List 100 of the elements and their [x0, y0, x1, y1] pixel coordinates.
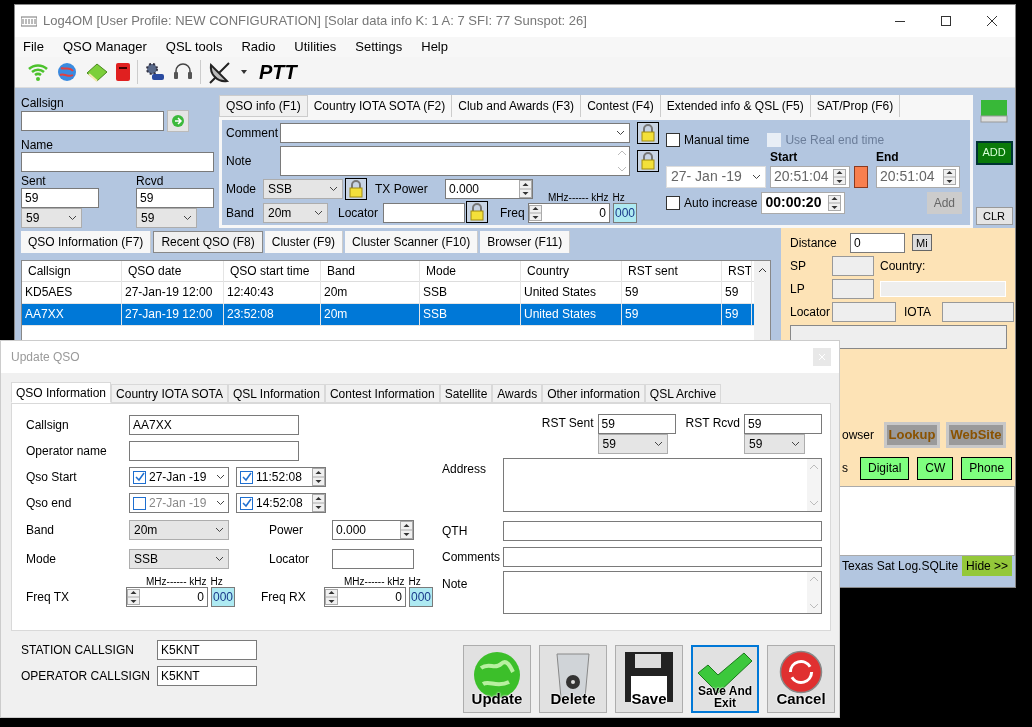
frequency-field[interactable]: 0 [528, 202, 610, 223]
spinner-icon[interactable] [400, 521, 413, 539]
column-header[interactable]: QSO date [122, 260, 224, 282]
hz-field[interactable]: 000 [211, 587, 235, 607]
hz-field[interactable]: 000 [409, 587, 433, 607]
tab[interactable]: Browser (F11) [480, 230, 571, 253]
report-dropdown[interactable]: 59 [136, 207, 197, 228]
input-field[interactable]: AA7XX [129, 415, 299, 435]
column-header[interactable]: QSO start time [224, 260, 321, 282]
checkbox[interactable] [133, 470, 146, 484]
menu-item[interactable]: QSL tools [165, 37, 223, 57]
frequency-field[interactable]: 0 [126, 587, 208, 607]
menu-item[interactable]: File [23, 37, 44, 57]
spinner-icon[interactable] [312, 468, 325, 486]
scroll-up-icon[interactable] [757, 266, 767, 273]
note-field[interactable] [280, 145, 630, 176]
tab[interactable]: Cluster Scanner (F10) [345, 230, 479, 253]
mailbox-icon[interactable] [115, 60, 131, 83]
menu-item[interactable]: QSO Manager [62, 37, 147, 57]
spinner-icon[interactable] [312, 494, 325, 512]
action-button[interactable]: Save [615, 645, 683, 713]
menu-item[interactable]: Help [421, 37, 448, 57]
time-field[interactable]: 00:00:20 [761, 191, 846, 214]
tab[interactable]: QSL Archive [644, 384, 722, 403]
column-header[interactable]: Mode [420, 260, 521, 282]
action-button[interactable]: Delete [539, 645, 607, 713]
menu-item[interactable]: Utilities [294, 37, 337, 57]
mode-button[interactable]: Digital [860, 456, 910, 480]
power-field[interactable]: 0.000 [332, 520, 414, 540]
tab[interactable]: QSO Information (F7) [21, 230, 152, 253]
tx-power-field[interactable]: 0.000 [445, 178, 533, 199]
report-dropdown[interactable]: 59 [744, 434, 805, 454]
input-field[interactable] [129, 441, 299, 461]
mode-button[interactable]: CW [917, 456, 954, 480]
hz-field[interactable]: 000 [613, 202, 637, 223]
time-picker[interactable]: 14:52:08 [236, 493, 326, 513]
time-field[interactable]: 20:51:04 [770, 165, 850, 188]
add-qso-button[interactable]: ADD [975, 140, 1013, 165]
spinner-icon[interactable] [828, 194, 842, 211]
menu-item[interactable]: Radio [241, 37, 276, 57]
column-header[interactable]: Country [521, 260, 622, 282]
tab[interactable]: Extended info & QSL (F5) [660, 94, 811, 117]
tab[interactable]: Contest Information [324, 384, 440, 403]
tab[interactable]: QSO Information [11, 382, 112, 403]
note-field[interactable] [503, 571, 822, 614]
menu-item[interactable]: Settings [355, 37, 403, 57]
lock-button[interactable] [345, 177, 367, 200]
tab[interactable]: Recent QSO (F8) [153, 230, 263, 253]
mode-button[interactable]: Phone [961, 456, 1013, 480]
checkbox[interactable] [133, 496, 146, 510]
qth-field[interactable] [503, 521, 822, 541]
locator-field[interactable] [383, 202, 465, 223]
tab[interactable]: Country IOTA SOTA [111, 384, 228, 403]
tab[interactable]: Contest (F4) [581, 94, 661, 117]
report-dropdown[interactable]: 59 [21, 207, 82, 228]
callsign-field[interactable] [21, 110, 164, 131]
table-row[interactable]: KD5AES 27-Jan-19 12:00 12:40:43 20m SSB United States 59 59 [22, 281, 754, 304]
checkbox[interactable] [240, 470, 253, 484]
report-field[interactable]: 59 [21, 187, 99, 208]
callsign-field[interactable]: K5KNT [157, 666, 257, 686]
caret-icon[interactable] [241, 69, 247, 74]
spinner-icon[interactable] [519, 179, 532, 198]
locator-field[interactable] [332, 549, 414, 569]
column-header[interactable]: RST sent [622, 260, 722, 282]
action-button[interactable]: Save And Exit [691, 645, 759, 713]
lock-button[interactable] [637, 121, 659, 144]
date-picker[interactable]: 27-Jan -19 [129, 467, 229, 487]
date-picker[interactable]: 27-Jan -19 [129, 493, 229, 513]
name-field[interactable] [21, 151, 214, 172]
tab[interactable]: Cluster (F9) [264, 230, 344, 253]
spinner-icon[interactable] [529, 204, 542, 221]
tab[interactable]: Country IOTA SOTA (F2) [307, 94, 453, 117]
lock-button[interactable] [637, 149, 659, 172]
mode-dropdown[interactable]: SSB [129, 549, 229, 569]
tab[interactable]: Other information [542, 384, 645, 403]
locator-field[interactable] [832, 301, 896, 322]
table-row[interactable]: AA7XX 27-Jan-19 12:00 23:52:08 20m SSB United States 59 59 [22, 303, 754, 326]
report-field[interactable]: 59 [597, 414, 676, 434]
action-button[interactable]: Cancel [767, 645, 835, 713]
lock-button[interactable] [466, 200, 488, 223]
date-dropdown[interactable]: 27- Jan -19 [666, 165, 766, 188]
column-header[interactable]: RST [722, 260, 752, 282]
hide-button[interactable]: Hide >> [962, 555, 1013, 576]
comments-field[interactable] [503, 547, 822, 567]
mode-dropdown[interactable]: SSB [263, 178, 343, 199]
gear-icon[interactable] [144, 60, 166, 83]
tab[interactable]: QSO info (F1) [219, 94, 308, 117]
report-field[interactable]: 59 [136, 187, 214, 208]
band-dropdown[interactable]: 20m [263, 202, 328, 223]
action-button[interactable]: Update [463, 645, 531, 713]
tab[interactable]: Club and Awards (F3) [452, 94, 582, 117]
short-path-field[interactable] [832, 255, 874, 276]
time-field[interactable]: 20:51:04 [876, 165, 960, 188]
checkbox[interactable] [666, 195, 680, 210]
unit-button[interactable]: Mi [912, 234, 932, 251]
spinner-icon[interactable] [833, 168, 846, 185]
column-header[interactable]: Band [321, 260, 420, 282]
spinner-icon[interactable] [943, 168, 956, 185]
report-field[interactable]: 59 [744, 414, 822, 434]
report-dropdown[interactable]: 59 [597, 434, 668, 454]
